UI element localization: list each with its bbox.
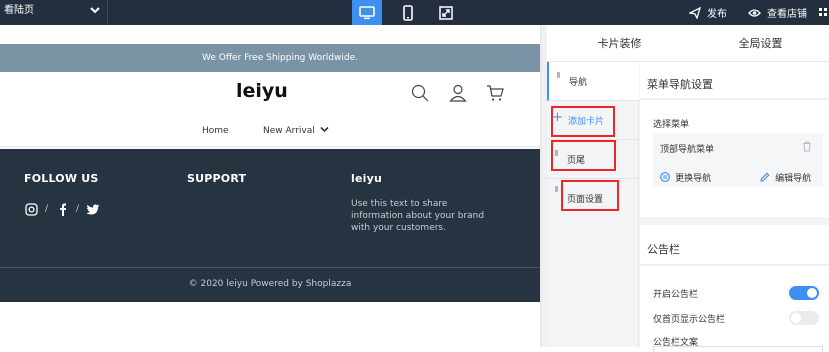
pin-icon [557,72,560,78]
publish-label: 发布 [707,9,727,20]
store-header: leiyu Home New Arrival [0,72,540,147]
footer-brand-text: Use this text to share information about… [351,199,485,233]
publish-button[interactable]: 发布 [689,0,727,25]
fullscreen-button[interactable] [431,0,461,25]
send-icon [689,6,701,19]
selected-menu-name: 顶部导航菜单 [660,145,715,155]
mobile-icon [403,4,413,21]
settings-panel: 菜单导航设置 选择菜单 顶部导航菜单 更换导航 编辑导航 公告栏 开启公告栏 仅… [640,62,829,352]
page-select-value: 看陆页 [4,5,34,16]
nav-new-arrival-label: New Arrival [263,126,315,136]
view-store-label: 查看店铺 [767,9,807,20]
card-nav-label: 导航 [569,78,588,88]
preview-top-space [0,25,540,44]
footer-brand-heading: leiyu [351,172,383,185]
menu-nav-section-header: 菜单导航设置 [640,62,829,99]
change-nav-button[interactable]: 更换导航 [660,166,711,185]
announcement-section: 开启公告栏 仅首页显示公告栏 公告栏文案 [640,266,829,352]
more-button[interactable] [818,0,829,25]
view-store-button[interactable]: 查看店铺 [748,0,807,25]
homepage-only-toggle[interactable] [789,311,819,325]
nav-link-new-arrival[interactable]: New Arrival [263,126,329,136]
announcement-bar[interactable]: We Offer Free Shipping Worldwide. [0,44,540,72]
facebook-icon[interactable] [58,203,67,216]
change-nav-label: 更换导航 [675,174,712,184]
homepage-only-label: 仅首页显示公告栏 [653,315,726,325]
top-toolbar: 看陆页 发布 查看店铺 [0,0,829,25]
page-select[interactable]: 看陆页 [0,0,108,25]
edit-nav-label: 编辑导航 [775,174,812,184]
preview-scrollbar[interactable] [540,25,547,347]
highlight-box [551,140,616,171]
pin-icon [555,186,558,192]
desktop-view-button[interactable] [352,0,382,25]
menu-nav-title: 菜单导航设置 [647,78,713,91]
panel-tabs: 卡片装修 全局设置 [547,25,829,62]
select-menu-label: 选择菜单 [653,120,690,130]
social-separator: / [76,204,80,214]
eye-icon [748,8,761,17]
toggle-knob [791,313,801,323]
card-item-nav[interactable]: 导航 [547,62,639,101]
chevron-down-icon [320,126,329,133]
edit-nav-button[interactable]: 编辑导航 [760,166,811,185]
trash-icon[interactable] [802,141,812,152]
swap-icon [660,172,670,182]
preview-blank-area [0,302,540,347]
cart-icon[interactable] [486,84,504,102]
user-icon[interactable] [449,84,467,102]
desktop-icon [359,5,375,19]
instagram-icon[interactable] [25,203,38,216]
enable-announcement-toggle[interactable] [789,286,819,300]
footer-follow-heading: FOLLOW US [24,172,99,185]
store-logo[interactable]: leiyu [236,80,288,102]
expand-icon [439,5,453,20]
mobile-view-button[interactable] [393,0,423,25]
tab-card-decoration[interactable]: 卡片装修 [547,25,692,62]
enable-announcement-label: 开启公告栏 [653,290,699,300]
grid-icon [819,7,827,16]
pencil-icon [760,172,770,182]
store-footer: FOLLOW US SUPPORT leiyu / / Use this tex… [0,149,540,302]
editor-panel: 卡片装修 全局设置 导航 + 添加卡片 页尾 页面设置 菜单导航设置 选择菜单 [547,25,829,352]
announcement-section-header: 公告栏 [640,225,829,265]
highlight-box [551,106,615,137]
highlight-box [561,180,619,211]
chevron-down-icon [90,7,100,14]
selected-menu-box: 顶部导航菜单 更换导航 编辑导航 [653,133,823,187]
footer-support-heading: SUPPORT [187,172,247,185]
store-preview: We Offer Free Shipping Worldwide. leiyu … [0,25,540,347]
footer-divider [0,267,540,268]
announcement-title: 公告栏 [647,243,680,256]
social-separator: / [45,204,49,214]
nav-link-home[interactable]: Home [202,126,229,136]
twitter-icon[interactable] [86,204,100,215]
toggle-knob [807,288,817,298]
menu-nav-section: 选择菜单 顶部导航菜单 更换导航 编辑导航 [640,100,829,217]
tab-global-settings[interactable]: 全局设置 [692,25,829,62]
footer-copyright: © 2020 leiyu Powered by Shoplazza [188,279,352,289]
search-icon[interactable] [411,84,429,102]
